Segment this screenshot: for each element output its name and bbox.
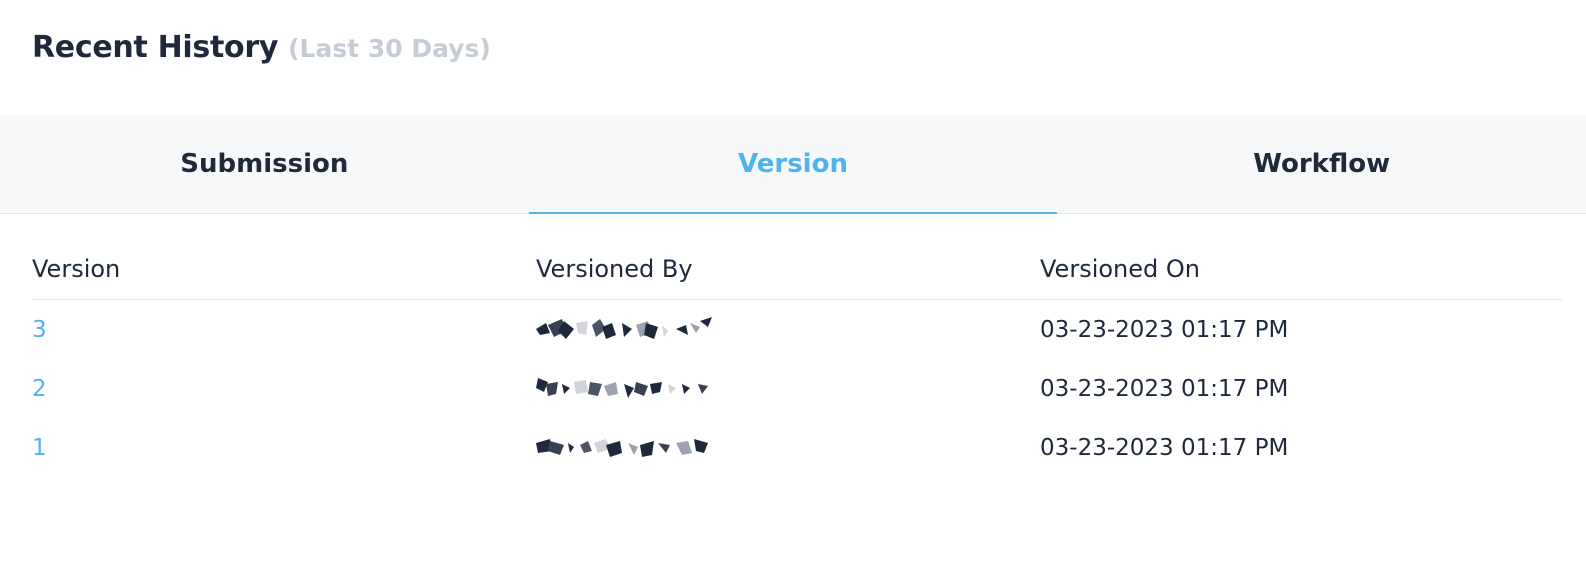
column-header-version: Version [32, 254, 121, 283]
table-row: 1 03-23-2023 01:17 PM [32, 418, 1562, 477]
table-row: 3 03-23-2023 01:17 PM [32, 300, 1562, 359]
tab-bar: Submission Version Workflow [0, 115, 1586, 214]
page-subtitle: (Last 30 Days) [288, 34, 491, 63]
versioned-on-cell: 03-23-2023 01:17 PM [1040, 434, 1289, 461]
redacted-user-name [536, 377, 708, 398]
tab-version[interactable]: Version [528, 115, 1058, 214]
column-header-versioned-on: Versioned On [1040, 254, 1200, 283]
table-header: Version Versioned By Versioned On [32, 238, 1562, 300]
version-link[interactable]: 3 [32, 317, 47, 343]
page-header: Recent History (Last 30 Days) [32, 30, 491, 74]
tab-submission[interactable]: Submission [0, 115, 529, 213]
column-header-versioned-by: Versioned By [536, 254, 693, 283]
redacted-user-name [536, 316, 712, 339]
page-title: Recent History [32, 30, 279, 65]
tab-workflow[interactable]: Workflow [1057, 115, 1586, 213]
versioned-on-cell: 03-23-2023 01:17 PM [1040, 316, 1289, 343]
redacted-user-name [536, 438, 708, 457]
versioned-on-cell: 03-23-2023 01:17 PM [1040, 375, 1289, 402]
version-link[interactable]: 2 [32, 376, 47, 402]
version-link[interactable]: 1 [32, 435, 47, 461]
table-row: 2 03-23-2023 01:17 PM [32, 359, 1562, 418]
version-history-table: Version Versioned By Versioned On 3 03-2… [32, 238, 1562, 477]
